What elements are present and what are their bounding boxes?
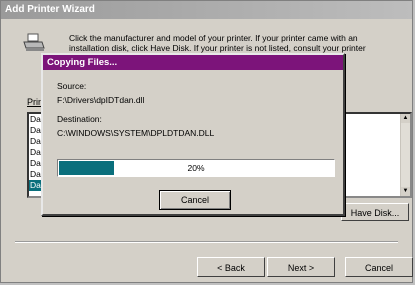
wizard-cancel-button[interactable]: Cancel	[345, 257, 413, 277]
progress-percent-text: 20%	[187, 163, 205, 173]
back-button[interactable]: < Back	[197, 257, 265, 277]
next-button[interactable]: Next >	[267, 257, 335, 277]
wizard-separator	[15, 241, 398, 243]
dialog-cancel-button[interactable]: Cancel	[159, 190, 231, 210]
printers-list[interactable]: ▲ ▼	[344, 112, 412, 198]
wizard-instructions: Click the manufacturer and model of your…	[69, 33, 366, 53]
copying-files-dialog: Copying Files... Source: F:\Drivers\dpID…	[41, 53, 345, 216]
scroll-up-arrow-icon[interactable]: ▲	[401, 114, 410, 123]
scroll-down-arrow-icon[interactable]: ▼	[401, 187, 410, 196]
have-disk-button[interactable]: Have Disk...	[341, 203, 409, 221]
destination-path: C:\WINDOWS\SYSTEM\DPLDTDAN.DLL	[57, 128, 215, 138]
wizard-titlebar[interactable]: Add Printer Wizard	[1, 1, 412, 19]
printers-list-scrollbar[interactable]: ▲ ▼	[400, 114, 410, 196]
source-label: Source:	[57, 81, 87, 91]
destination-label: Destination:	[57, 114, 102, 124]
source-path: F:\Drivers\dpIDTdan.dll	[57, 95, 145, 105]
copy-progress-bar: 20%	[57, 159, 335, 177]
add-printer-wizard-window: Add Printer Wizard Click the manufacture…	[0, 0, 413, 283]
printer-icon	[23, 33, 45, 51]
dialog-titlebar[interactable]: Copying Files...	[43, 55, 343, 70]
